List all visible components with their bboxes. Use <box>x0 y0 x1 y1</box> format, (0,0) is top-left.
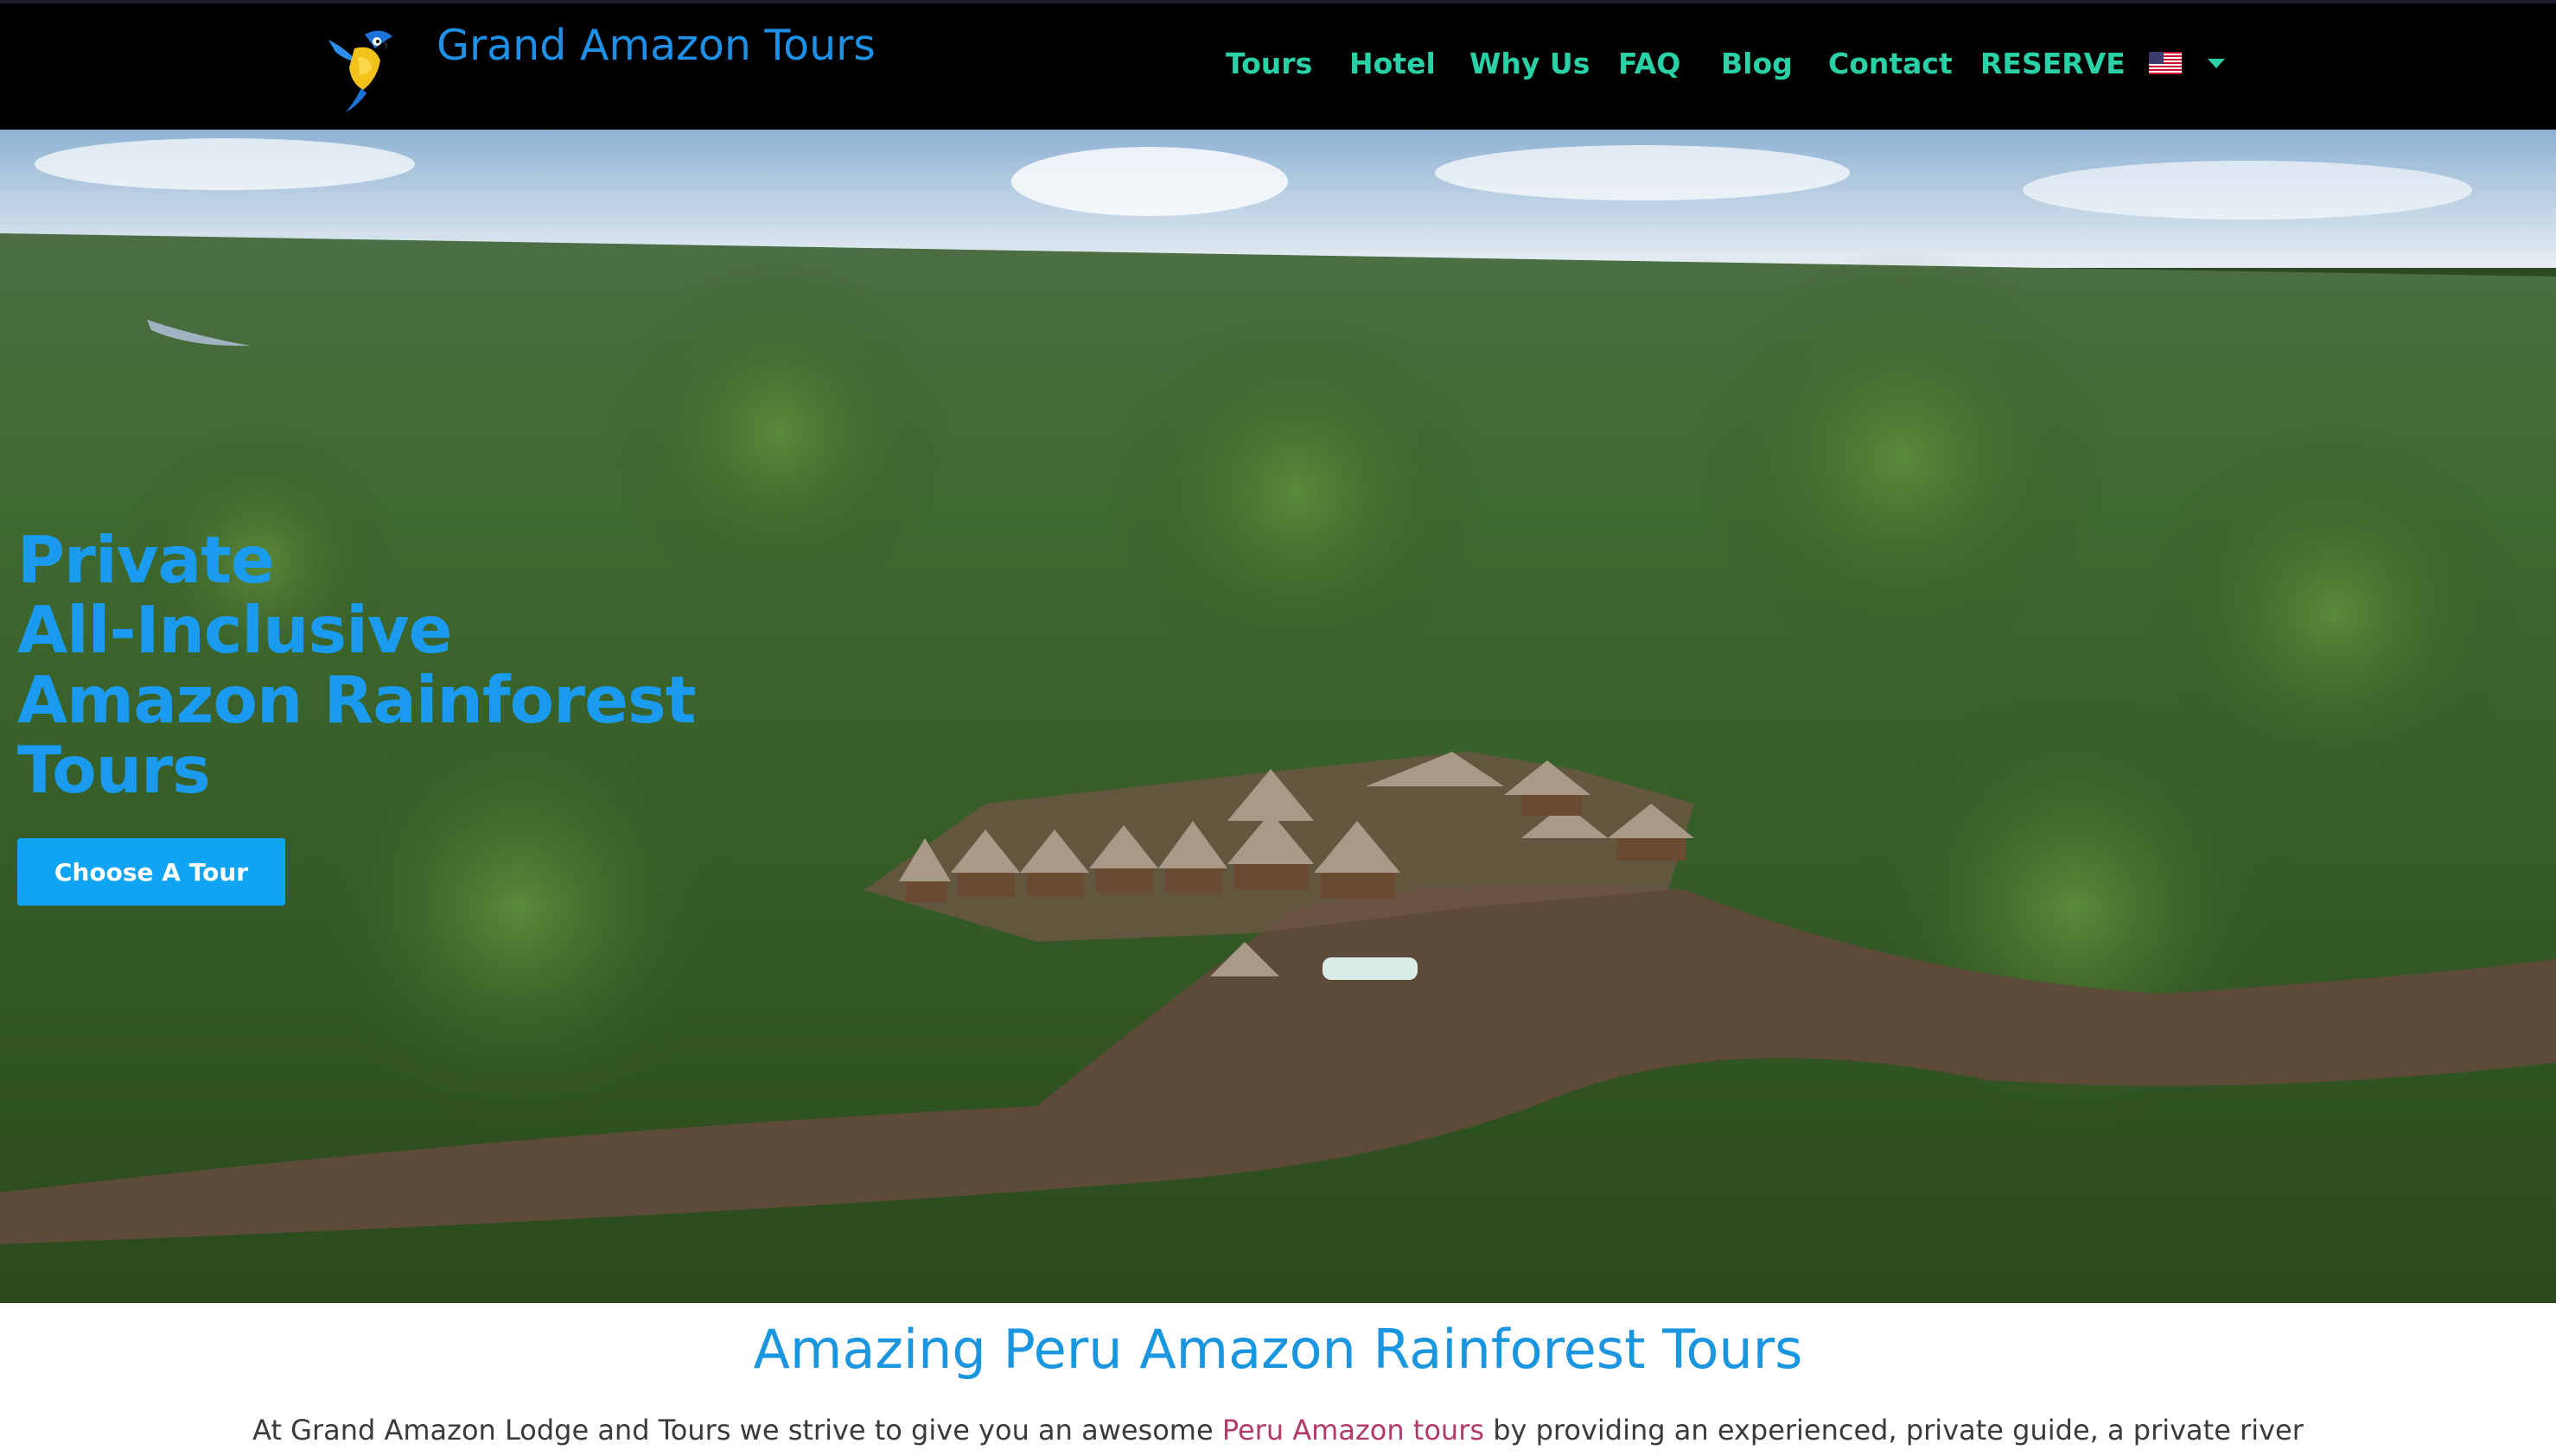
nav-item-reserve[interactable]: RESERVE <box>1980 38 2126 90</box>
intro-heading: Amazing Peru Amazon Rainforest Tours <box>753 1318 1803 1381</box>
hero-title-line: All-Inclusive <box>17 592 453 668</box>
site-header: Grand Amazon Tours Tours Hotel Why Us FA… <box>0 0 2556 130</box>
peru-amazon-tours-link[interactable]: Peru Amazon tours <box>1222 1414 1484 1446</box>
nav-item-contact[interactable]: Contact <box>1828 38 1953 90</box>
choose-a-tour-button[interactable]: Choose A Tour <box>17 838 285 906</box>
hero-title-line: Amazon Rainforest <box>17 662 696 738</box>
hero-title-line: Private <box>17 522 275 598</box>
intro-paragraph: At Grand Amazon Lodge and Tours we striv… <box>0 1410 2556 1450</box>
chevron-down-icon <box>2208 59 2225 68</box>
nav-item-blog[interactable]: Blog <box>1721 38 1793 90</box>
language-switcher[interactable] <box>2149 52 2227 78</box>
nav-item-faq[interactable]: FAQ <box>1618 38 1680 90</box>
us-flag-icon <box>2149 52 2182 74</box>
intro-text-before: At Grand Amazon Lodge and Tours we striv… <box>252 1414 1222 1446</box>
nav-item-hotel[interactable]: Hotel <box>1349 38 1436 90</box>
nav-item-tours[interactable]: Tours <box>1226 38 1312 90</box>
intro-text-after: by providing an experienced, private gui… <box>1484 1414 2304 1446</box>
nav-item-why-us[interactable]: Why Us <box>1469 38 1590 90</box>
hero-title: Private All-Inclusive Amazon Rainforest … <box>17 525 795 805</box>
hero-section: Private All-Inclusive Amazon Rainforest … <box>0 130 2556 1303</box>
hero-title-line: Tours <box>17 732 211 808</box>
